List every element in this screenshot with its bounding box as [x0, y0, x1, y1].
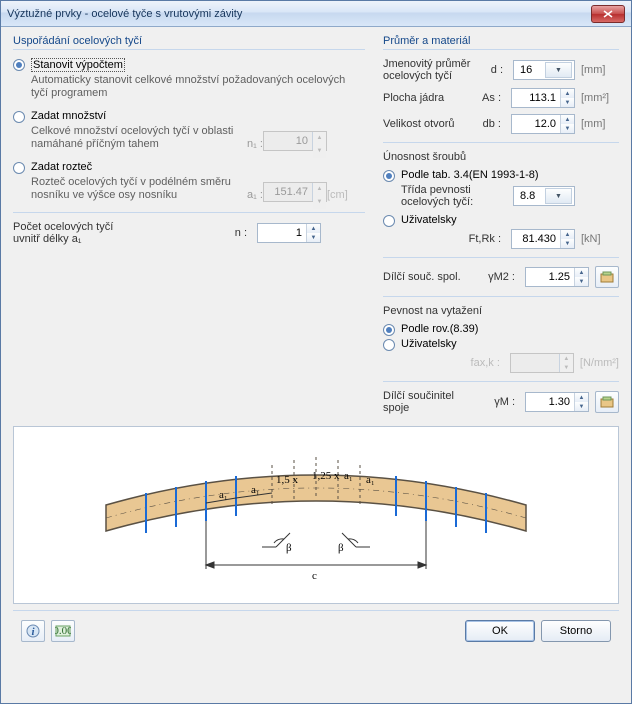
psf2-label: Dílčí součinitel spoje [383, 390, 479, 414]
psf-lib-button[interactable] [595, 266, 619, 288]
radio-pull-eq-label[interactable]: Podle rov.(8.39) [401, 323, 478, 335]
radio-bolt-table-label[interactable]: Podle tab. 3.4(EN 1993-1-8) [401, 169, 539, 181]
radio-bolt-user[interactable] [383, 215, 395, 227]
diam-label: Jmenovitý průměr ocelových tyčí [383, 58, 473, 82]
hole-unit: [mm] [581, 118, 619, 130]
radio-spacing-desc: Rozteč ocelových tyčí v podélném směru n… [31, 176, 247, 202]
units-button[interactable]: 0.00 [51, 620, 75, 642]
ftrk-sym: Ft,Rk : [465, 233, 505, 245]
faxk-input: ▲▼ [510, 353, 574, 373]
qty-sym: n₁ : [247, 138, 263, 151]
close-button[interactable] [591, 5, 625, 23]
spacing-sym: a₁ : [247, 189, 263, 202]
ok-button[interactable]: OK [465, 620, 535, 642]
svg-text:a₁: a₁ [344, 470, 353, 482]
svg-text:a₁: a₁ [251, 484, 260, 496]
spacing-unit: [cm] [327, 189, 365, 202]
radio-calc-desc: Automaticky stanovit celkové množství po… [31, 74, 365, 100]
area-input[interactable]: ▲▼ [511, 88, 575, 108]
cancel-button[interactable]: Storno [541, 620, 611, 642]
qty-input: ▲▼ [263, 131, 327, 151]
radio-qty[interactable] [13, 111, 25, 123]
diam-unit: [mm] [581, 64, 619, 76]
hole-input[interactable]: ▲▼ [511, 114, 575, 134]
hole-label: Velikost otvorů [383, 118, 471, 130]
psf2-lib-button[interactable] [595, 391, 619, 413]
radio-pull-user[interactable] [383, 339, 395, 351]
svg-text:a₁: a₁ [366, 474, 375, 486]
svg-text:β: β [286, 542, 292, 554]
diagram: a₁ a₁ 1,5 x 1,25 x a₁ a₁ β β [13, 426, 619, 604]
bolt-class-combo[interactable]: 8.8▼ [513, 186, 575, 206]
dialog-window: Výztužné prvky - ocelové tyče s vrutovým… [0, 0, 632, 704]
count-input[interactable]: ▲▼ [257, 223, 321, 243]
radio-calc[interactable] [13, 59, 25, 71]
psf2-sym: γM : [485, 396, 519, 408]
faxk-sym: fax,k : [464, 357, 504, 369]
radio-qty-desc: Celkové množství ocelových tyčí v oblast… [31, 125, 247, 151]
diam-sym: d : [479, 64, 507, 76]
bolt-class-label: Třída pevnosti ocelových tyčí: [401, 184, 507, 208]
radio-bolt-user-label[interactable]: Uživatelsky [401, 214, 457, 226]
diam-combo[interactable]: 16▼ [513, 60, 575, 80]
spacing-input: ▲▼ [263, 182, 327, 202]
radio-spacing-label[interactable]: Zadat rozteč [31, 161, 92, 173]
svg-text:1,5 x: 1,5 x [276, 474, 299, 486]
radio-calc-label[interactable]: Stanovit výpočtem [31, 58, 125, 72]
count-sym: n : [223, 227, 251, 239]
svg-text:0.00: 0.00 [55, 625, 71, 637]
radio-spacing[interactable] [13, 162, 25, 174]
footer: i 0.00 OK Storno [13, 610, 619, 650]
psf2-input[interactable]: ▲▼ [525, 392, 589, 412]
window-title: Výztužné prvky - ocelové tyče s vrutovým… [7, 8, 591, 20]
svg-text:β: β [338, 542, 344, 554]
ftrk-input[interactable]: ▲▼ [511, 229, 575, 249]
bolt-group-label: Únosnost šroubů [383, 151, 619, 163]
hole-sym: db : [477, 118, 505, 130]
psf-label: Dílčí souč. spol. [383, 271, 479, 283]
radio-pull-user-label[interactable]: Uživatelsky [401, 338, 457, 350]
area-label: Plocha jádra [383, 92, 471, 104]
radio-pull-eq[interactable] [383, 324, 395, 336]
left-group-title: Uspořádání ocelových tyčí [13, 35, 365, 50]
pull-group-label: Pevnost na vytažení [383, 305, 619, 317]
help-button[interactable]: i [21, 620, 45, 642]
svg-text:1,25 x: 1,25 x [312, 470, 340, 482]
svg-text:c: c [312, 570, 317, 582]
area-unit: [mm²] [581, 92, 619, 104]
radio-bolt-table[interactable] [383, 170, 395, 182]
right-group-title: Průměr a materiál [383, 35, 619, 50]
titlebar[interactable]: Výztužné prvky - ocelové tyče s vrutovým… [1, 1, 631, 27]
ftrk-unit: [kN] [581, 233, 619, 245]
psf-sym: γM2 : [485, 271, 519, 283]
psf-input[interactable]: ▲▼ [525, 267, 589, 287]
faxk-unit: [N/mm²] [580, 357, 619, 369]
area-sym: As : [477, 92, 505, 104]
svg-text:a₁: a₁ [219, 489, 228, 501]
radio-qty-label[interactable]: Zadat množství [31, 110, 106, 122]
count-label: Počet ocelových tyčí uvnitř délky a₁ [13, 221, 217, 245]
